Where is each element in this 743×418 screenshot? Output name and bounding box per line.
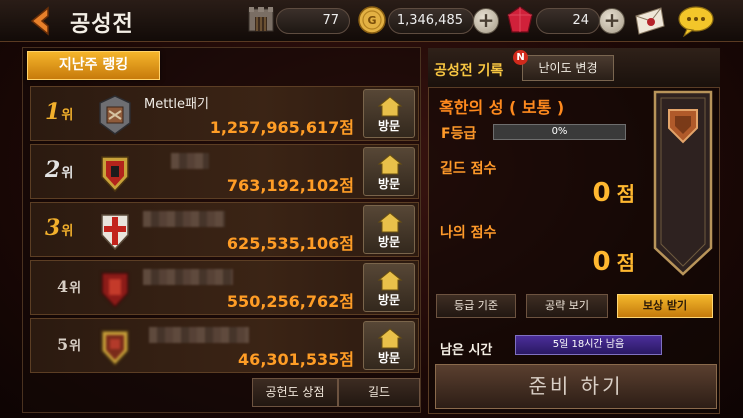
guild-score-value: 0점 <box>592 178 636 208</box>
grade-label: F등급 <box>441 126 477 142</box>
castle-gate-icon <box>248 7 274 32</box>
visit-button[interactable]: 방문 <box>363 263 415 312</box>
grade-progress-bar: 0% <box>493 124 626 140</box>
ready-button[interactable]: 준비 하기 <box>435 364 717 409</box>
remaining-time-value: 5일 18시간 남음 <box>515 335 662 355</box>
guild-score: 763,192,102점 <box>226 176 354 195</box>
ruby-gem-icon <box>507 6 533 33</box>
rank-number: 1위 <box>45 99 74 125</box>
change-difficulty-button[interactable]: 난이도 변경 <box>522 55 614 81</box>
chat-icon[interactable] <box>677 5 715 37</box>
guild-score: 550,256,762점 <box>226 292 354 311</box>
visit-button[interactable]: 방문 <box>363 89 415 138</box>
ranking-row: 1위 Mettle패기 1,257,965,617점 방문 <box>30 86 419 141</box>
grade-banner-icon <box>653 90 713 276</box>
guild-name-blurred <box>143 211 225 227</box>
contribution-shop-button[interactable]: 공헌도 상점 <box>252 378 338 407</box>
tab-last-week-ranking[interactable]: 지난주 랭킹 <box>27 51 160 80</box>
svg-text:G: G <box>367 14 376 27</box>
new-badge: N <box>513 50 528 65</box>
guild-emblem-icon <box>101 272 129 309</box>
guild-name-blurred <box>149 327 249 343</box>
ruby-count: 24 <box>536 8 600 34</box>
my-score-label: 나의 점수 <box>440 225 497 241</box>
claim-reward-button[interactable]: 보상 받기 <box>617 294 713 318</box>
page-title: 공성전 <box>70 12 134 37</box>
rank-number: 5위 <box>57 335 82 354</box>
progress-text: 0% <box>551 126 568 137</box>
rank-number: 4위 <box>57 277 82 296</box>
ranking-row: 2위 763,192,102점 방문 <box>30 144 419 199</box>
remaining-time-label: 남은 시간 <box>440 343 493 358</box>
gate-count: 77 <box>276 8 350 34</box>
guild-score-label: 길드 점수 <box>440 161 497 177</box>
add-gold-button[interactable]: + <box>473 8 499 34</box>
rank-number: 2위 <box>45 157 74 183</box>
visit-button[interactable]: 방문 <box>363 147 415 196</box>
visit-button[interactable]: 방문 <box>363 321 415 370</box>
back-arrow-icon[interactable] <box>26 6 54 36</box>
rank-number: 3위 <box>45 215 74 241</box>
gold-count: 1,346,485 <box>388 8 474 34</box>
my-score-value: 0점 <box>592 247 636 277</box>
guild-name-blurred <box>143 269 233 285</box>
guild-name-blurred <box>171 153 209 169</box>
strategy-button[interactable]: 공략 보기 <box>526 294 608 318</box>
home-icon <box>377 212 403 233</box>
visit-button[interactable]: 방문 <box>363 205 415 254</box>
guild-emblem-icon <box>101 330 129 367</box>
home-icon <box>377 154 403 175</box>
home-icon <box>377 270 403 291</box>
grade-criteria-button[interactable]: 등급 기준 <box>436 294 516 318</box>
add-ruby-button[interactable]: + <box>599 8 625 34</box>
ranking-row: 3위 625,535,106점 방문 <box>30 202 419 257</box>
home-icon <box>377 96 403 117</box>
guild-score: 625,535,106점 <box>226 234 354 253</box>
gold-coin-icon: G <box>358 6 386 34</box>
top-bar: 공성전 77 G 1,346,485 + 24 + <box>0 0 743 42</box>
home-icon <box>377 328 403 349</box>
mail-icon[interactable] <box>633 6 667 36</box>
guild-emblem-icon <box>101 214 129 251</box>
guild-name: Mettle패기 <box>144 97 209 112</box>
ranking-row: 5위 46,301,535점 방문 <box>30 318 419 373</box>
guild-score: 46,301,535점 <box>238 350 354 369</box>
guild-emblem-icon <box>99 95 131 135</box>
castle-name: 혹한의 성 ( 보통 ) <box>439 98 565 117</box>
guild-button[interactable]: 길드 <box>338 378 420 407</box>
record-title: 공성전 기록 <box>434 63 504 79</box>
guild-score: 1,257,965,617점 <box>209 118 354 137</box>
guild-emblem-icon <box>101 156 129 193</box>
ranking-row: 4위 550,256,762점 방문 <box>30 260 419 315</box>
